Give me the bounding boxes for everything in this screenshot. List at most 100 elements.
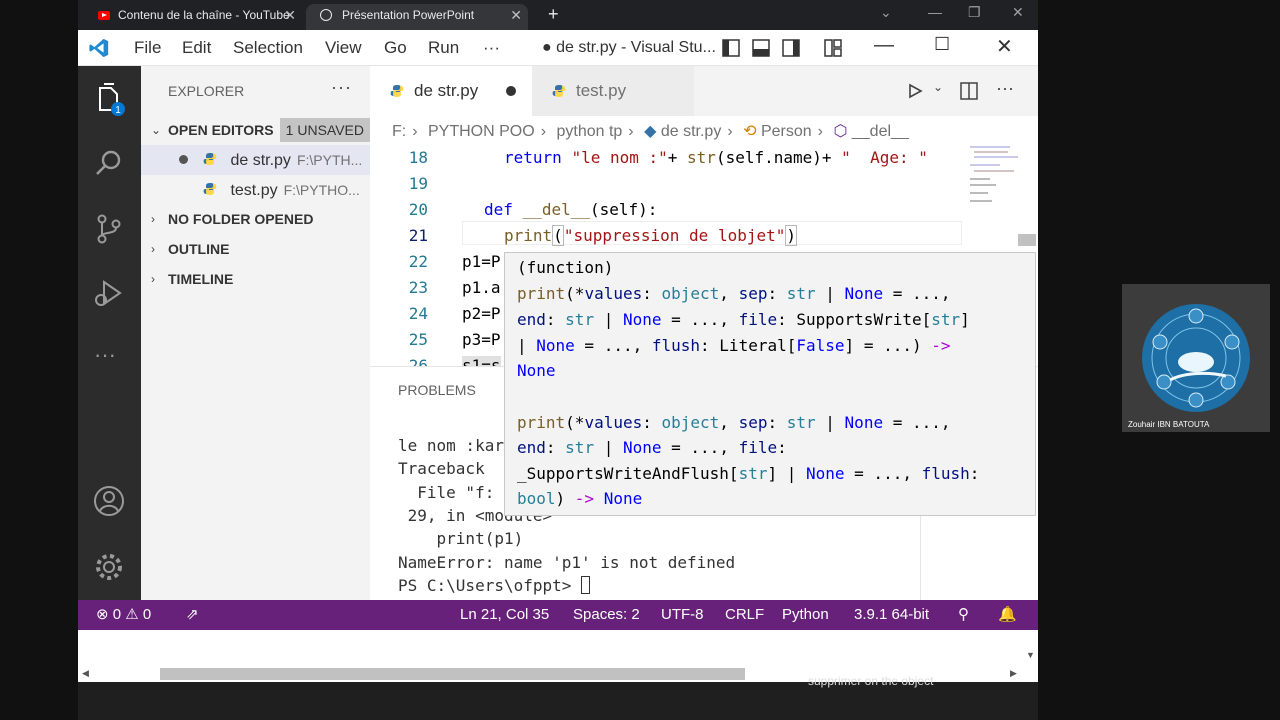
timeline-section[interactable]: › TIMELINE <box>141 265 370 293</box>
menu-edit[interactable]: Edit <box>182 38 211 58</box>
scroll-down-icon[interactable]: ▼ <box>1026 650 1035 660</box>
code-line[interactable]: print("suppression de lobjet") <box>504 225 798 246</box>
breadcrumb-item[interactable]: PYTHON POO <box>428 123 535 140</box>
search-icon[interactable] <box>92 146 126 180</box>
split-editor-icon[interactable] <box>960 82 978 100</box>
token: | <box>815 413 845 432</box>
encoding[interactable]: UTF-8 <box>661 600 704 630</box>
open-editor-item[interactable]: test.py F:\PYTHO... <box>141 175 370 205</box>
token: = ..., <box>574 336 652 355</box>
vscode-logo-icon <box>89 38 109 58</box>
tab-test[interactable]: test.py <box>532 66 694 116</box>
no-folder-section[interactable]: › NO FOLDER OPENED <box>141 205 370 233</box>
code-line[interactable]: s1=s <box>462 356 501 366</box>
minimize-icon[interactable]: — <box>874 34 894 57</box>
tab-problems[interactable]: PROBLEMS <box>398 382 476 398</box>
close-icon[interactable]: ✕ <box>996 34 1013 59</box>
browser-tab-youtube[interactable]: Contenu de la chaîne - YouTube ✕ <box>78 4 302 30</box>
minimap[interactable] <box>968 144 1020 214</box>
account-icon[interactable] <box>92 484 126 518</box>
hover-signature-popup: (function) print(*values: object, sep: s… <box>504 252 1036 516</box>
terminal-prompt-text: PS C:\Users\ofppt> <box>398 576 582 595</box>
menu-more[interactable]: ··· <box>483 38 500 58</box>
menu-go[interactable]: Go <box>384 38 407 58</box>
tab-de-str[interactable]: de str.py <box>370 66 532 116</box>
settings-gear-icon[interactable] <box>92 550 126 584</box>
menu-selection[interactable]: Selection <box>233 38 303 58</box>
editor-scrollbar-thumb[interactable] <box>1018 234 1036 246</box>
customize-layout-icon[interactable] <box>824 39 842 57</box>
breadcrumb-item[interactable]: python tp <box>556 123 622 140</box>
breadcrumb-item[interactable]: F: <box>392 123 406 140</box>
token: : <box>700 336 720 355</box>
chevron-down-icon[interactable]: ⌄ <box>880 4 892 21</box>
live-share-icon[interactable]: ⇗ <box>186 600 199 630</box>
python-file-icon <box>203 183 217 195</box>
scroll-left-icon[interactable]: ◀ <box>82 668 89 679</box>
notifications-bell-icon[interactable]: 🔔 <box>998 600 1017 630</box>
minimize-icon[interactable]: — <box>928 4 942 20</box>
code-line[interactable]: def __del__(self): <box>484 200 657 219</box>
restore-icon[interactable]: ❐ <box>968 4 981 21</box>
end-of-line[interactable]: CRLF <box>725 600 764 630</box>
code-line[interactable]: p3=P <box>462 330 501 349</box>
open-editor-item[interactable]: de str.py F:\PYTH... <box>141 145 370 175</box>
terminal-prompt[interactable]: PS C:\Users\ofppt> <box>398 576 591 595</box>
toggle-sidebar-icon[interactable] <box>722 39 740 57</box>
token: end <box>517 310 546 329</box>
code-token: ) <box>785 225 798 246</box>
maximize-icon[interactable]: ☐ <box>934 34 950 55</box>
code-line[interactable]: p1=P <box>462 252 501 271</box>
more-icon[interactable]: ··· <box>94 342 116 368</box>
token: object <box>661 413 720 432</box>
menu-view[interactable]: View <box>325 38 362 58</box>
breadcrumb-item[interactable]: de str.py <box>661 123 721 140</box>
close-icon[interactable]: ✕ <box>510 4 522 26</box>
code-token: " Age: " <box>841 148 928 167</box>
open-editors-section[interactable]: ⌄ OPEN EDITORS 1 UNSAVED <box>141 116 370 144</box>
language-mode[interactable]: Python <box>782 600 829 630</box>
chevron-down-icon: ⌄ <box>151 123 162 137</box>
code-token: "le nom :" <box>571 148 668 167</box>
terminal-line: NameError: name 'p1' is not defined <box>398 553 736 572</box>
run-debug-icon[interactable] <box>92 276 126 310</box>
toggle-panel-icon[interactable] <box>752 39 770 57</box>
close-icon[interactable]: ✕ <box>284 4 296 26</box>
explorer-icon[interactable]: 1 <box>92 82 126 116</box>
cursor-position[interactable]: Ln 21, Col 35 <box>460 600 549 630</box>
explorer-more-button[interactable]: ··· <box>331 77 352 98</box>
chevron-right-icon: › <box>151 272 155 286</box>
scroll-right-icon[interactable]: ▶ <box>1010 668 1017 679</box>
new-tab-button[interactable]: + <box>548 4 559 25</box>
python-interpreter[interactable]: 3.9.1 64-bit <box>854 600 929 630</box>
token: file <box>738 310 778 329</box>
token: = ..., <box>661 438 739 457</box>
code-token: def <box>484 200 513 219</box>
close-window-icon[interactable]: ✕ <box>1012 4 1024 21</box>
code-line[interactable]: p2=P <box>462 304 501 323</box>
more-actions-icon[interactable]: ··· <box>996 78 1014 99</box>
terminal-cursor <box>581 576 591 594</box>
token: bool <box>517 489 556 508</box>
breadcrumb-item[interactable]: __del__ <box>852 123 909 140</box>
line-number: 21 <box>408 226 428 245</box>
menu-run[interactable]: Run <box>428 38 459 58</box>
code-line[interactable]: p1.a <box>462 278 501 297</box>
token: None <box>622 310 662 329</box>
toggle-secondary-sidebar-icon[interactable] <box>782 39 800 57</box>
run-file-icon[interactable] <box>907 83 923 99</box>
unsaved-dot-icon[interactable] <box>506 86 516 96</box>
token: [ <box>728 464 739 483</box>
browser-tab-powerpoint[interactable]: Présentation PowerPoint ✕ <box>306 4 528 30</box>
code-line[interactable]: return "le nom :"+ str(self.name)+ " Age… <box>504 148 928 167</box>
horizontal-scrollbar-thumb[interactable] <box>160 668 745 680</box>
menu-file[interactable]: File <box>134 38 161 58</box>
indentation[interactable]: Spaces: 2 <box>573 600 640 630</box>
token: ] = ...) <box>844 336 932 355</box>
outline-section[interactable]: › OUTLINE <box>141 235 370 263</box>
problems-status[interactable]: ⊗ 0 ⚠ 0 <box>96 600 151 630</box>
breadcrumb-item[interactable]: Person <box>761 123 812 140</box>
source-control-icon[interactable] <box>92 212 126 246</box>
chevron-down-icon[interactable]: ⌄ <box>933 80 943 94</box>
feedback-icon[interactable]: ⚲ <box>958 600 969 630</box>
